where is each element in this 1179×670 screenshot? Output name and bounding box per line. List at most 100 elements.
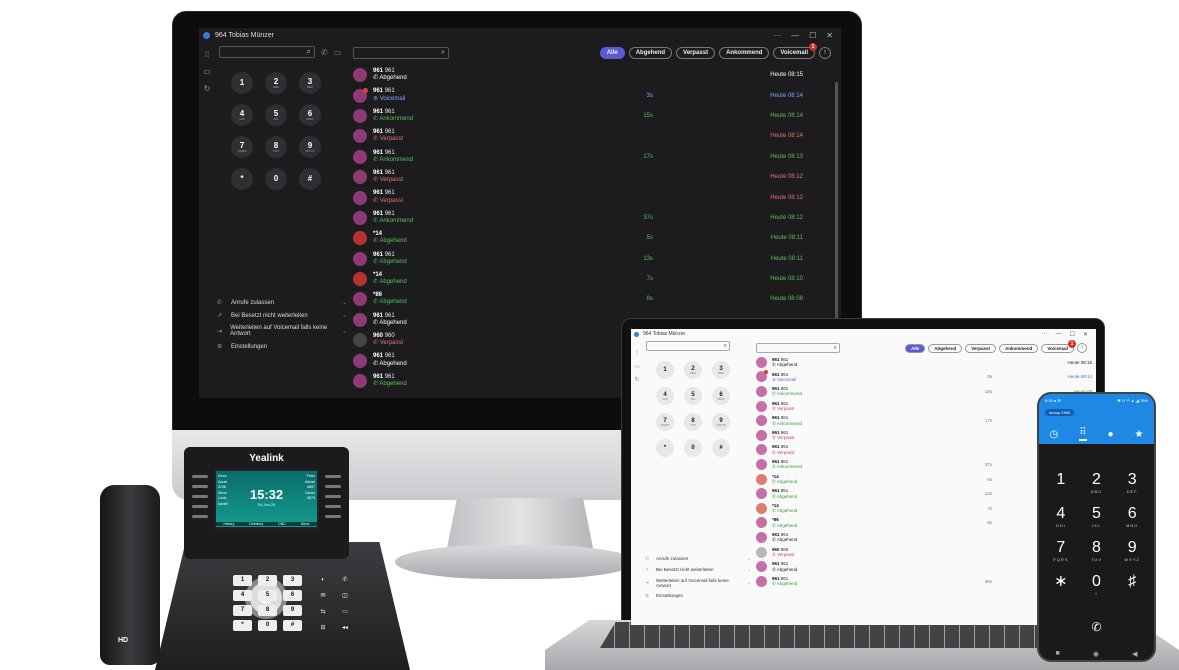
filter-missed[interactable]: Verpasst (676, 47, 716, 59)
call-button-icon[interactable]: ✆ (1039, 620, 1154, 634)
filter-outgoing[interactable]: Abgehend (628, 47, 673, 59)
phone-function-key[interactable]: ⇆ (315, 607, 331, 618)
favorites-tab-icon[interactable]: ★ (1135, 429, 1144, 440)
more-icon[interactable]: ··· (1042, 331, 1048, 338)
voicemail-forward-setting[interactable]: ⇥ Weiterleiten auf Voicemail falls keine … (643, 575, 753, 590)
keypad-key-5[interactable]: 6 MNO (299, 104, 321, 126)
dial-input[interactable]: ⌕ (219, 46, 315, 58)
keypad-key-6[interactable]: 7 PQRS (231, 136, 253, 158)
phone-dial-key[interactable]: 4 (233, 590, 252, 601)
keypad-key-8[interactable]: 9 WXYZ (712, 413, 730, 431)
phone-dial-key[interactable]: 8 (258, 605, 277, 616)
phone-dial-key[interactable]: 2 (258, 575, 277, 586)
mobile-key-9[interactable]: ∗ (1043, 574, 1079, 596)
call-row[interactable]: *86 ✆ Abgehend 8s Heute 08:08 (353, 289, 837, 309)
phone-dial-key[interactable]: # (283, 620, 302, 631)
side-key[interactable] (325, 475, 341, 478)
mobile-key-3[interactable]: 4 GHI (1043, 506, 1079, 528)
account-pill[interactable]: snoop-1965 (1045, 409, 1075, 416)
mobile-key-1[interactable]: 2 ABC (1079, 472, 1115, 494)
softkey-1[interactable]: Directory (249, 522, 263, 526)
video-icon[interactable]: ▭ (334, 48, 342, 57)
settings-item[interactable]: ⚙ Einstellungen (643, 590, 753, 601)
keypad-key-3[interactable]: 4 GHI (231, 104, 253, 126)
keypad-key-11[interactable]: # (712, 439, 730, 457)
filter-missed[interactable]: Verpasst (965, 343, 997, 353)
keypad-key-9[interactable]: * (656, 439, 674, 457)
voicemail-forward-setting[interactable]: ⇥ Weiterleiten auf Voicemail falls keine … (215, 322, 349, 340)
phone-function-key[interactable]: ◂◂ (337, 623, 353, 634)
call-row[interactable]: *14 ✆ Abgehend 5s Heute 08:11 (353, 228, 837, 248)
contacts-tab-icon[interactable]: ● (1107, 429, 1113, 440)
softkey-0[interactable]: History (223, 522, 234, 526)
scroll-up-button[interactable]: ↑ (819, 47, 831, 59)
side-key[interactable] (192, 515, 208, 518)
keypad-key-7[interactable]: 8 TUV (684, 413, 702, 431)
scroll-up-button[interactable]: ↑ (1077, 343, 1087, 353)
mobile-key-0[interactable]: 1 (1043, 472, 1079, 494)
phone-function-key[interactable]: ▭ (337, 607, 353, 618)
phone-dial-key[interactable]: 9 (283, 605, 302, 616)
filter-voicemail[interactable]: Voicemail 1 (773, 43, 817, 59)
phone-function-key[interactable]: ✆ (337, 575, 353, 586)
busy-forward-setting[interactable]: ↗ Bei Besetzt nicht weiterleiten ⌄ (215, 309, 349, 322)
phone-dial-key[interactable]: 1 (233, 575, 252, 586)
recents-tab-icon[interactable]: ◷ (1049, 429, 1058, 440)
filter-voicemail[interactable]: Voicemail 1 (1041, 339, 1076, 353)
phone-function-key[interactable]: ◐ (315, 575, 331, 586)
side-key[interactable] (192, 475, 208, 478)
history-search-input[interactable]: ⌕ (353, 47, 449, 59)
mobile-key-10[interactable]: 0 + (1079, 574, 1115, 596)
keypad-key-1[interactable]: 2 ABC (684, 361, 702, 379)
mobile-key-8[interactable]: 9 WXYZ (1114, 540, 1150, 562)
dial-input[interactable]: ⌕ (646, 341, 730, 351)
call-row[interactable]: 961 961 ✆ Ankommend 17s Heute 08:13 (353, 147, 837, 167)
mobile-key-4[interactable]: 5 JKL (1079, 506, 1115, 528)
keypad-key-1[interactable]: 2 ABC (265, 72, 287, 94)
history-nav-icon[interactable]: ↻ (204, 84, 211, 93)
call-row[interactable]: 961 961 ✆ Ankommend 15s Heute 08:14 (353, 106, 837, 126)
call-icon[interactable]: ✆ (321, 48, 328, 57)
keypad-key-4[interactable]: 5 JKL (684, 387, 702, 405)
keypad-key-11[interactable]: # (299, 168, 321, 190)
close-icon[interactable]: ✕ (826, 31, 833, 40)
phone-function-key[interactable]: ⊟ (315, 623, 331, 634)
filter-all[interactable]: Alle (599, 47, 625, 59)
call-row[interactable]: 961 961 ✆ Abgehend 13s Heute 08:11 (353, 249, 837, 269)
mobile-key-2[interactable]: 3 DEF (1114, 472, 1150, 494)
phone-dial-key[interactable]: 7 (233, 605, 252, 616)
settings-item[interactable]: ⚙ Einstellungen (215, 340, 349, 353)
keypad-key-8[interactable]: 9 WXYZ (299, 136, 321, 158)
voicemail-nav-icon[interactable]: ▭ (203, 67, 211, 76)
side-key[interactable] (325, 495, 341, 498)
call-row[interactable]: 961 961 ✆ Ankommend 37s Heute 08:12 (353, 208, 837, 228)
side-key[interactable] (325, 515, 341, 518)
side-key[interactable] (192, 505, 208, 508)
back-icon[interactable]: ◀ (1132, 650, 1137, 658)
keypad-key-0[interactable]: 1 (231, 72, 253, 94)
close-icon[interactable]: ✕ (1083, 331, 1088, 338)
minimize-icon[interactable]: — (1056, 331, 1062, 338)
call-row[interactable]: 961 961 ✆ Abgehend Heute 08:15 (756, 355, 1093, 370)
side-key[interactable] (325, 505, 341, 508)
phone-dial-key[interactable]: 0 (258, 620, 277, 631)
maximize-icon[interactable]: ☐ (809, 31, 816, 40)
keypad-key-10[interactable]: 0 (265, 168, 287, 190)
call-row[interactable]: 961 961 ⊚ Voicemail 3s Heute 08:14 (756, 370, 1093, 385)
voicemail-nav-icon[interactable]: ▭ (634, 363, 640, 370)
keypad-key-2[interactable]: 3 DEF (299, 72, 321, 94)
call-row[interactable]: 961 961 ✆ Verpasst Heute 08:12 (353, 187, 837, 207)
phone-function-key[interactable]: ◫ (337, 591, 353, 602)
recent-apps-icon[interactable]: ■ (1056, 650, 1060, 658)
allow-calls-setting[interactable]: ✆ Anrufe zulassen ⌄ (215, 296, 349, 309)
side-key[interactable] (325, 485, 341, 488)
keypad-tab-icon[interactable]: ⠿ (1079, 427, 1087, 441)
call-row[interactable]: 961 961 ✆ Abgehend Heute 08:15 (353, 65, 837, 85)
mobile-key-11[interactable]: ♯ (1114, 574, 1150, 596)
history-nav-icon[interactable]: ↻ (634, 376, 639, 383)
call-row[interactable]: 961 961 ✆ Verpasst Heute 08:14 (353, 126, 837, 146)
busy-forward-setting[interactable]: ↗ Bei Besetzt nicht weiterleiten ⌄ (643, 564, 753, 575)
call-row[interactable]: 961 961 ⊚ Voicemail 3s Heute 08:14 (353, 85, 837, 105)
phone-dial-key[interactable]: 3 (283, 575, 302, 586)
keypad-key-4[interactable]: 5 JKL (265, 104, 287, 126)
